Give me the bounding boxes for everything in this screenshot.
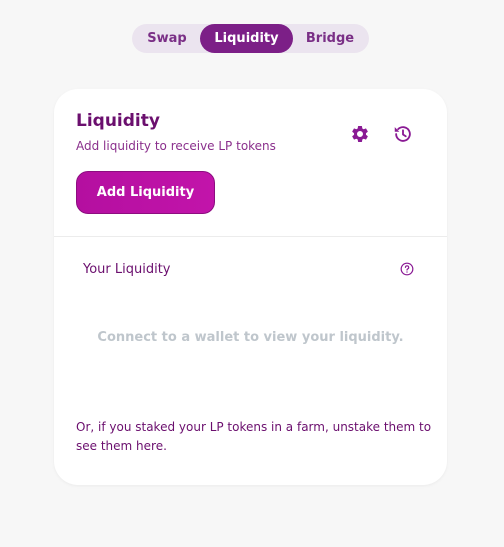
page-title: Liquidity [76,111,160,131]
tab-swap[interactable]: Swap [134,24,200,53]
farm-unstake-note: Or, if you staked your LP tokens in a fa… [76,420,432,453]
settings-button[interactable] [348,122,372,146]
card-header: Liquidity Add liquidity to receive LP to… [54,89,447,237]
liquidity-card: Liquidity Add liquidity to receive LP to… [54,89,447,485]
gear-icon [352,125,368,142]
history-button[interactable] [391,122,415,146]
add-liquidity-button[interactable]: Add Liquidity [76,171,215,214]
your-liquidity-row: Your Liquidity [83,259,415,279]
page-subtitle: Add liquidity to receive LP tokens [76,139,276,153]
tab-liquidity[interactable]: Liquidity [200,24,293,53]
tab-bridge[interactable]: Bridge [293,24,367,53]
question-circle-icon[interactable] [399,261,415,277]
history-icon [394,126,411,142]
mode-tabs: Swap Liquidity Bridge [132,24,369,53]
your-liquidity-label: Your Liquidity [83,261,171,277]
connect-wallet-message: Connect to a wallet to view your liquidi… [97,330,404,345]
